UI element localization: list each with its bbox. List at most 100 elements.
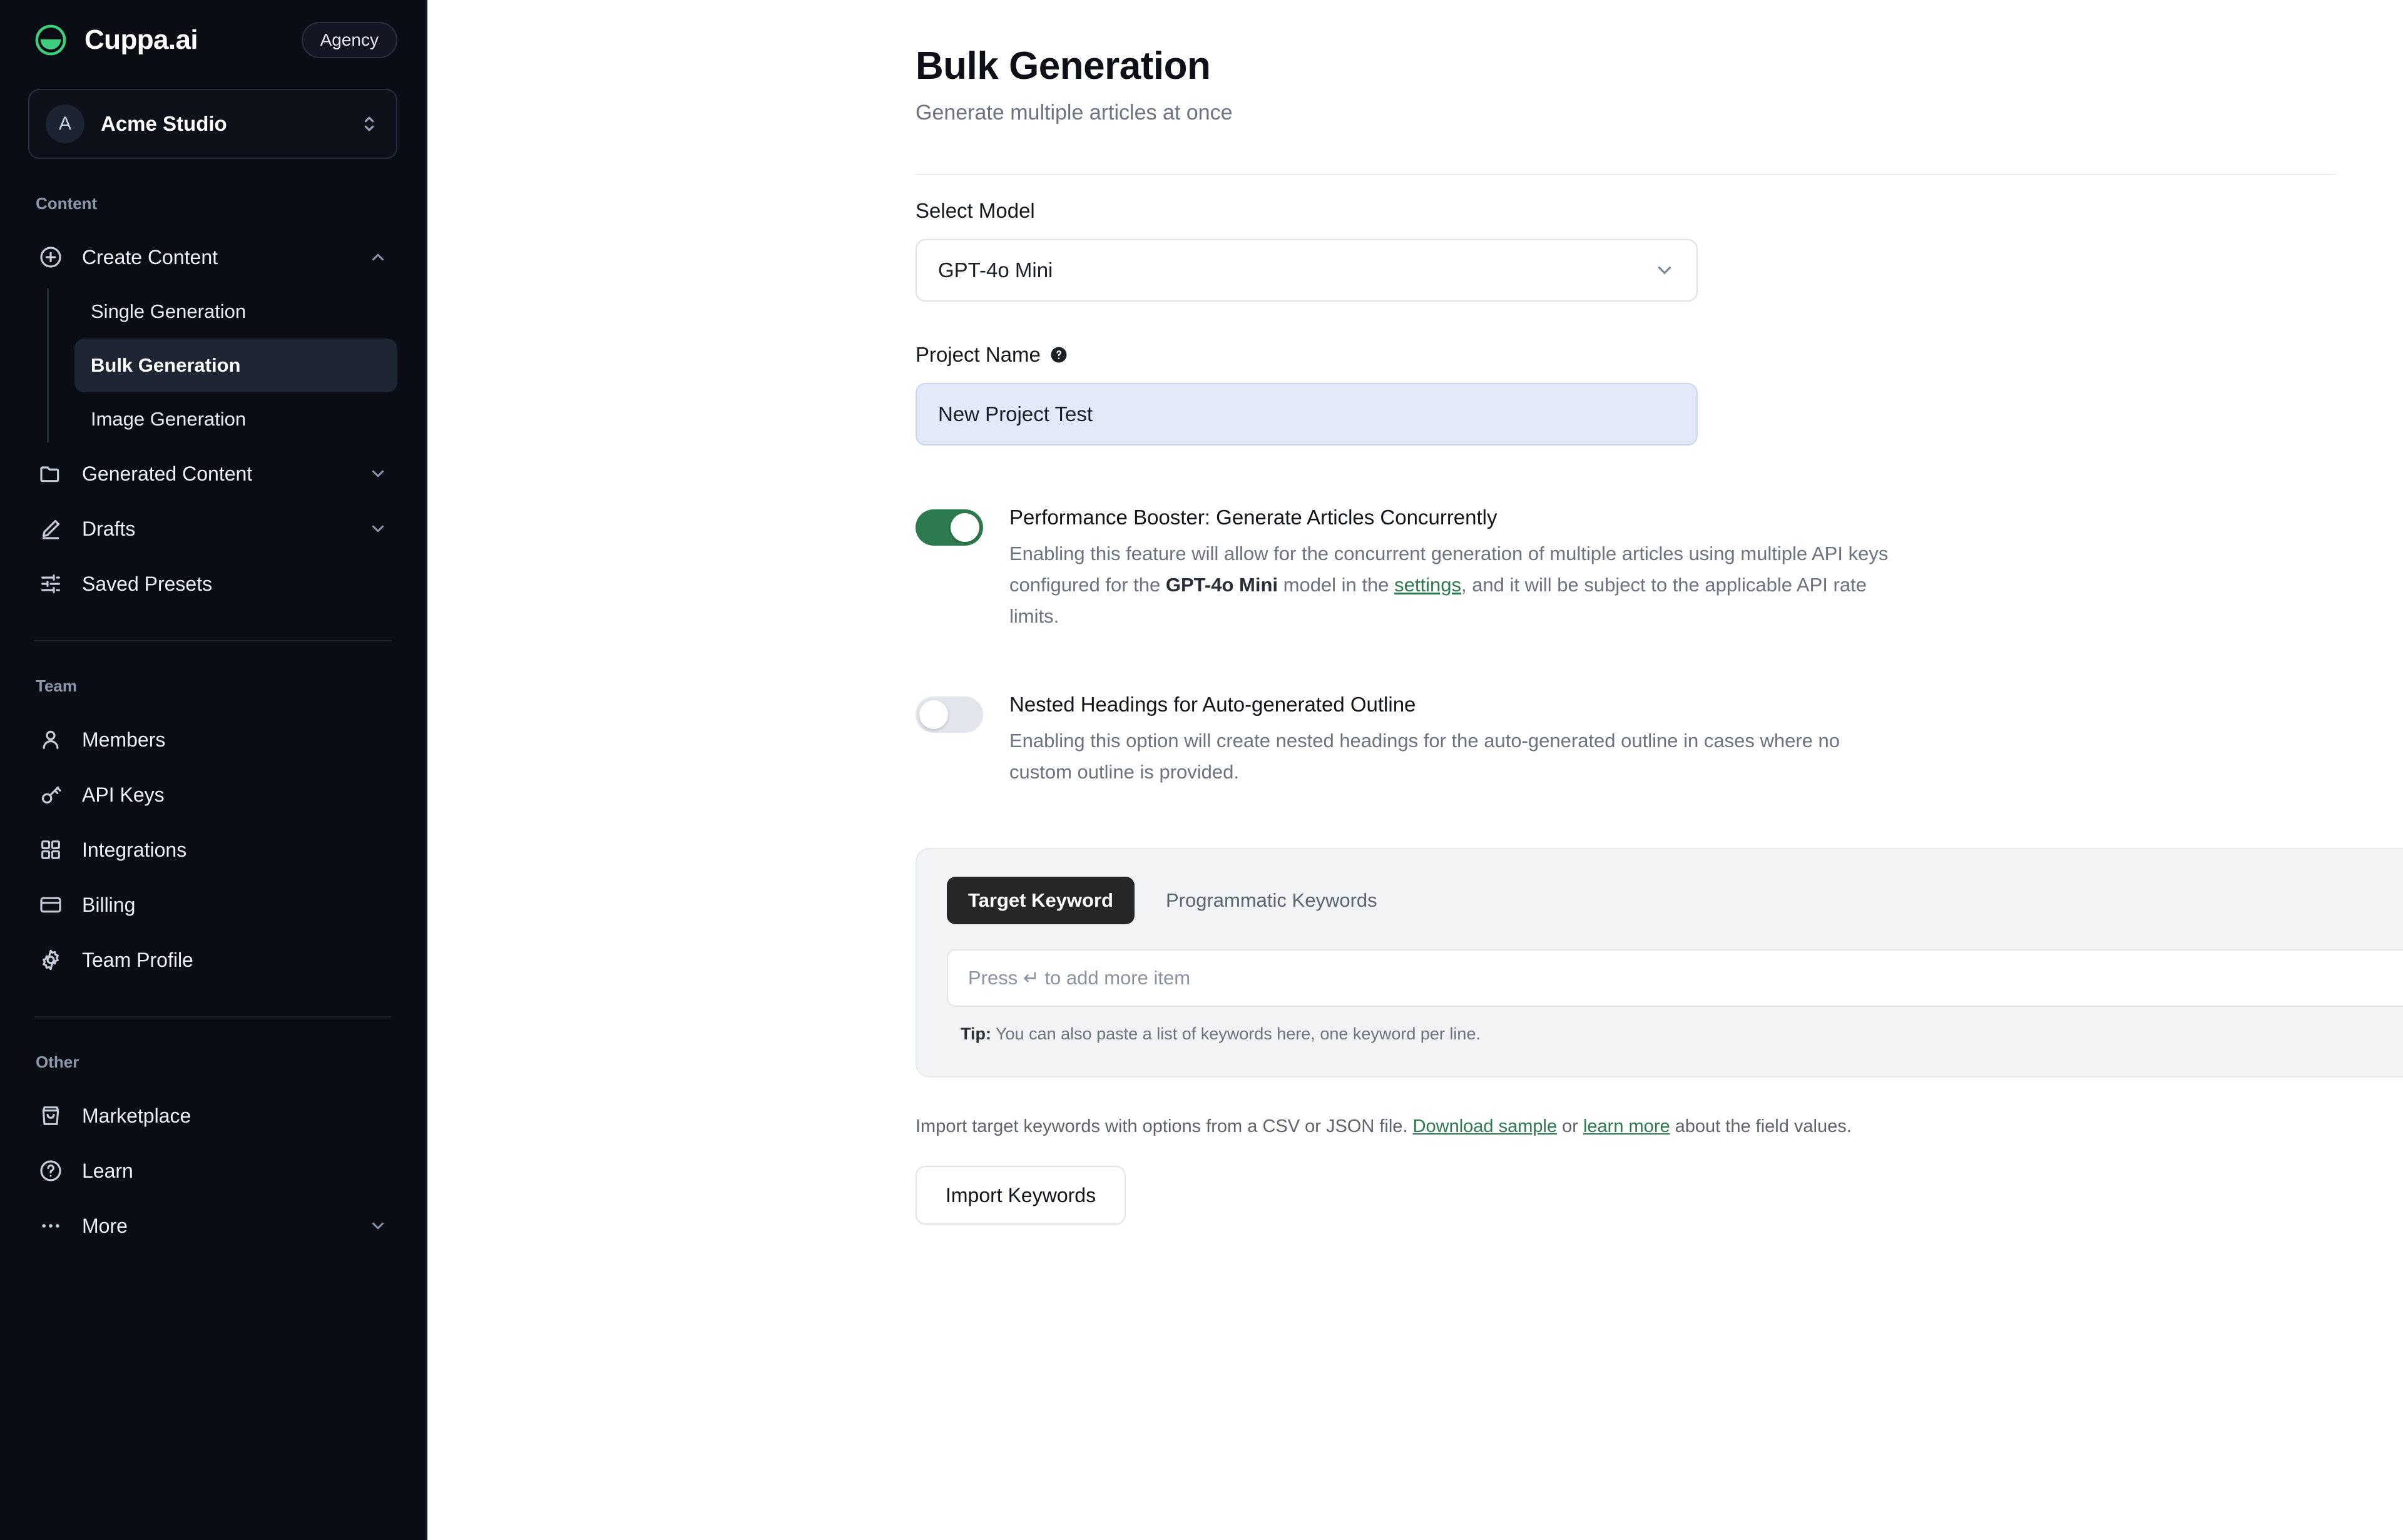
performance-booster-title: Performance Booster: Generate Articles C… — [1009, 506, 1497, 529]
nested-headings-title: Nested Headings for Auto-generated Outli… — [1009, 692, 1416, 716]
nav-section-label-content: Content — [36, 194, 98, 213]
gear-icon — [43, 949, 59, 971]
nested-headings-row: Nested Headings for Auto-generated Outli… — [916, 693, 2403, 788]
sidebar-item-members[interactable]: Members — [28, 712, 397, 767]
brand-row: Cuppa.ai Agency — [28, 0, 397, 80]
toggle-knob — [919, 700, 948, 729]
pencil-icon — [42, 519, 60, 539]
page-title: Bulk Generation — [916, 44, 1211, 88]
agency-badge: Agency — [301, 22, 397, 58]
chevron-up-down-icon — [364, 116, 374, 131]
form-area: Select Model GPT-4o Mini Project Name Ne… — [427, 199, 2403, 1225]
workspace-switcher[interactable]: A Acme Studio — [28, 89, 397, 159]
nav-section-label-other: Other — [36, 1053, 79, 1071]
project-name-input[interactable]: New Project Test — [916, 383, 1698, 446]
tab-target-keyword[interactable]: Target Keyword — [947, 877, 1135, 925]
desc-text: model in the — [1278, 574, 1395, 596]
sidebar-item-label: Members — [82, 728, 166, 751]
keyword-input-row: Press ↵ to add more item — [947, 949, 2403, 1007]
sidebar-item-bulk-generation[interactable]: Bulk Generation — [74, 339, 397, 392]
keyword-tabs: Target Keyword Programmatic Keywords — [947, 877, 2403, 925]
avatar: A — [46, 105, 84, 143]
ellipsis-icon — [42, 1224, 59, 1228]
user-icon — [43, 730, 59, 749]
key-icon — [41, 786, 61, 804]
subnav-item-label: Single Generation — [91, 300, 247, 322]
chevron-up-icon[interactable] — [369, 248, 387, 267]
sidebar-item-single-generation[interactable]: Single Generation — [74, 285, 397, 339]
sidebar-item-label: Billing — [82, 893, 136, 916]
sidebar-item-generated-content[interactable]: Generated Content — [28, 446, 397, 501]
chevron-down-icon[interactable] — [369, 519, 387, 538]
subnav-item-label: Bulk Generation — [91, 354, 241, 376]
create-content-subnav: Single Generation Bulk Generation Image … — [47, 285, 397, 446]
sidebar-item-create-content[interactable]: Create Content — [28, 230, 397, 285]
question-circle-icon — [40, 1160, 61, 1181]
toggle-knob — [951, 513, 979, 542]
model-name-bold: GPT-4o Mini — [1165, 574, 1278, 596]
grid-icon — [41, 840, 60, 859]
sidebar-item-integrations[interactable]: Integrations — [28, 822, 397, 877]
page-subtitle: Generate multiple articles at once — [916, 101, 1233, 125]
keyword-tip: Tip: You can also paste a list of keywor… — [947, 1024, 2403, 1044]
cup-logo-icon — [35, 24, 66, 56]
sidebar-item-label: Team Profile — [82, 948, 193, 971]
tip-label: Tip: — [961, 1024, 991, 1044]
sidebar-item-learn[interactable]: Learn — [28, 1143, 397, 1198]
model-label: Select Model — [916, 199, 1035, 222]
chevron-down-icon[interactable] — [369, 464, 387, 483]
tab-programmatic-keywords[interactable]: Programmatic Keywords — [1145, 877, 1399, 924]
download-sample-link[interactable]: Download sample — [1413, 1116, 1558, 1136]
chevron-down-icon — [1658, 267, 1671, 274]
sidebar-item-billing[interactable]: Billing — [28, 877, 397, 932]
workspace-name: Acme Studio — [101, 112, 227, 135]
keyword-panel: Target Keyword Programmatic Keywords Pre… — [916, 848, 2403, 1078]
import-keywords-button[interactable]: Import Keywords — [916, 1166, 1126, 1225]
performance-booster-description: Enabling this feature will allow for the… — [1009, 538, 1904, 633]
plus-circle-icon — [40, 247, 61, 268]
sidebar-item-label: Drafts — [82, 517, 136, 540]
divider — [34, 640, 391, 641]
divider — [916, 174, 2336, 175]
model-select[interactable]: GPT-4o Mini — [916, 239, 1698, 302]
import-text-part: or — [1557, 1116, 1583, 1137]
keyword-input[interactable]: Press ↵ to add more item — [947, 949, 2403, 1007]
sidebar-item-label: Create Content — [82, 245, 218, 268]
keyword-input-placeholder: Press ↵ to add more item — [968, 967, 1191, 989]
project-name-label-row: Project Name — [916, 343, 2403, 367]
sidebar-item-more[interactable]: More — [28, 1198, 397, 1253]
import-text-part: about the field values. — [1670, 1116, 1852, 1137]
subnav-item-label: Image Generation — [91, 408, 247, 430]
project-name-label: Project Name — [916, 343, 1041, 366]
learn-more-link[interactable]: learn more — [1583, 1116, 1670, 1136]
divider — [34, 1016, 391, 1017]
tip-text: You can also paste a list of keywords he… — [991, 1024, 1481, 1044]
sidebar-item-image-generation[interactable]: Image Generation — [74, 392, 397, 446]
sidebar-item-label: Generated Content — [82, 462, 253, 485]
sidebar-item-marketplace[interactable]: Marketplace — [28, 1088, 397, 1143]
sidebar-item-label: Saved Presets — [82, 572, 213, 595]
chevron-down-icon[interactable] — [369, 1216, 387, 1235]
sidebar: Cuppa.ai Agency A Acme Studio Content Cr… — [0, 0, 427, 1540]
sliders-icon — [41, 574, 60, 593]
folder-icon — [40, 466, 59, 482]
performance-booster-row: Performance Booster: Generate Articles C… — [916, 506, 2403, 633]
sidebar-item-label: Learn — [82, 1159, 133, 1182]
credit-card-icon — [40, 897, 61, 913]
app-root: Cuppa.ai Agency A Acme Studio Content Cr… — [0, 0, 2403, 1540]
help-circle-icon[interactable] — [1049, 345, 1068, 364]
sidebar-item-drafts[interactable]: Drafts — [28, 501, 397, 556]
project-name-value: New Project Test — [938, 402, 1093, 426]
nested-headings-toggle[interactable] — [916, 696, 983, 733]
shopping-bag-icon — [42, 1106, 59, 1125]
sidebar-item-label: Integrations — [82, 838, 187, 861]
sidebar-item-api-keys[interactable]: API Keys — [28, 767, 397, 822]
performance-booster-toggle[interactable] — [916, 509, 983, 546]
import-text-part: Import target keywords with options from… — [916, 1116, 1413, 1137]
sidebar-item-label: More — [82, 1214, 128, 1237]
settings-link[interactable]: settings — [1394, 574, 1461, 596]
nested-headings-description: Enabling this option will create nested … — [1009, 729, 1840, 783]
sidebar-item-team-profile[interactable]: Team Profile — [28, 932, 397, 987]
model-select-value: GPT-4o Mini — [938, 258, 1053, 282]
sidebar-item-saved-presets[interactable]: Saved Presets — [28, 556, 397, 611]
